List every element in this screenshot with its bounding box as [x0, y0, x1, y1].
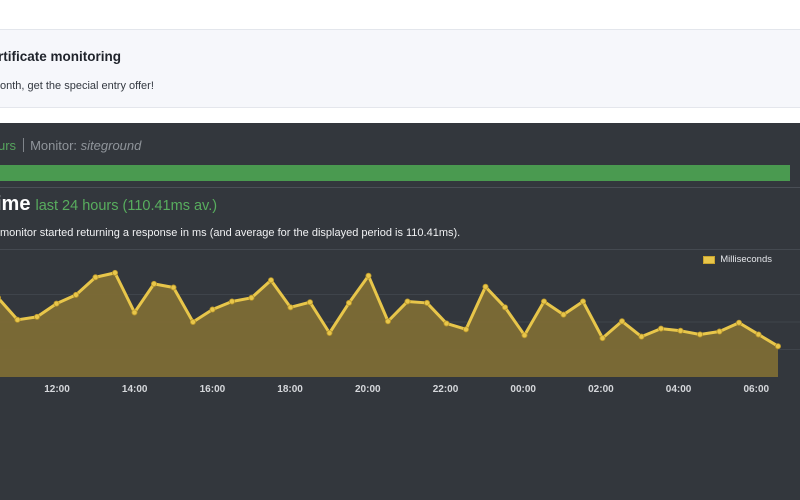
- data-point[interactable]: [404, 298, 411, 305]
- x-tick-label: 20:00: [355, 384, 381, 393]
- data-point[interactable]: [287, 304, 294, 311]
- data-point[interactable]: [14, 316, 21, 323]
- data-point[interactable]: [189, 319, 196, 326]
- data-point[interactable]: [209, 306, 216, 313]
- data-point[interactable]: [53, 300, 60, 307]
- top-bar: [0, 0, 800, 30]
- response-time-chart[interactable]: 12:00 14:00 16:00 18:00 20:00 22:00 00:00 02:00…: [0, 263, 800, 393]
- data-point[interactable]: [267, 277, 274, 284]
- data-point[interactable]: [170, 284, 177, 291]
- data-point[interactable]: [638, 333, 645, 340]
- data-point[interactable]: [658, 325, 665, 332]
- data-point[interactable]: [462, 326, 469, 333]
- data-point[interactable]: [384, 318, 391, 325]
- monitor-label: Monitor:: [30, 138, 78, 153]
- data-point[interactable]: [34, 313, 41, 320]
- data-point[interactable]: [423, 299, 430, 306]
- data-point[interactable]: [482, 283, 489, 290]
- period-label: urs: [0, 138, 17, 153]
- data-point[interactable]: [736, 319, 743, 326]
- data-point[interactable]: [73, 291, 80, 298]
- divider: [0, 249, 800, 250]
- response-time-description: monitor started returning a response in …: [0, 227, 461, 239]
- x-tick-label: 16:00: [200, 384, 226, 393]
- data-point[interactable]: [580, 298, 587, 305]
- data-point[interactable]: [716, 328, 723, 335]
- uptime-status-bar[interactable]: [0, 165, 790, 181]
- divider: [0, 187, 800, 188]
- promo-text: onth, get the special entry offer!: [0, 80, 154, 92]
- x-tick-label: 02:00: [588, 384, 614, 393]
- data-point[interactable]: [521, 332, 528, 339]
- data-point[interactable]: [345, 299, 352, 306]
- response-time-title: ime: [0, 193, 31, 215]
- x-tick-label: 12:00: [44, 384, 70, 393]
- separator: [23, 138, 25, 152]
- response-time-heading: imelast 24 hours (110.41ms av.): [0, 193, 217, 216]
- response-time-subtitle: last 24 hours (110.41ms av.): [35, 198, 218, 214]
- monitor-panel: urs Monitor: siteground imelast 24 hours …: [0, 123, 800, 500]
- x-tick-label: 00:00: [510, 384, 536, 393]
- data-point[interactable]: [599, 335, 606, 342]
- monitor-name: siteground: [80, 138, 142, 153]
- data-point[interactable]: [150, 280, 157, 287]
- data-point[interactable]: [501, 304, 508, 311]
- x-tick-label: 22:00: [433, 384, 459, 393]
- data-point[interactable]: [560, 311, 567, 318]
- data-point[interactable]: [755, 331, 762, 338]
- data-point[interactable]: [775, 343, 782, 350]
- x-tick-label: 04:00: [666, 384, 692, 393]
- data-point[interactable]: [697, 331, 704, 338]
- data-point[interactable]: [92, 274, 99, 281]
- data-point[interactable]: [677, 327, 684, 334]
- monitor-info: urs Monitor: siteground: [0, 138, 141, 153]
- x-tick-label: 06:00: [744, 384, 770, 393]
- data-point[interactable]: [443, 320, 450, 327]
- x-tick-label: 18:00: [277, 384, 303, 393]
- data-point[interactable]: [228, 298, 235, 305]
- data-point[interactable]: [619, 318, 626, 325]
- series-area: [0, 272, 778, 377]
- x-tick-label: 14:00: [122, 384, 148, 393]
- data-point[interactable]: [248, 294, 255, 301]
- data-point[interactable]: [541, 298, 548, 305]
- data-point[interactable]: [326, 330, 333, 337]
- data-point[interactable]: [365, 272, 372, 279]
- promo-banner[interactable]: rtificate monitoring onth, get the speci…: [0, 30, 800, 108]
- data-point[interactable]: [112, 269, 119, 276]
- data-point[interactable]: [306, 299, 313, 306]
- promo-title: rtificate monitoring: [0, 49, 122, 64]
- data-point[interactable]: [131, 309, 138, 316]
